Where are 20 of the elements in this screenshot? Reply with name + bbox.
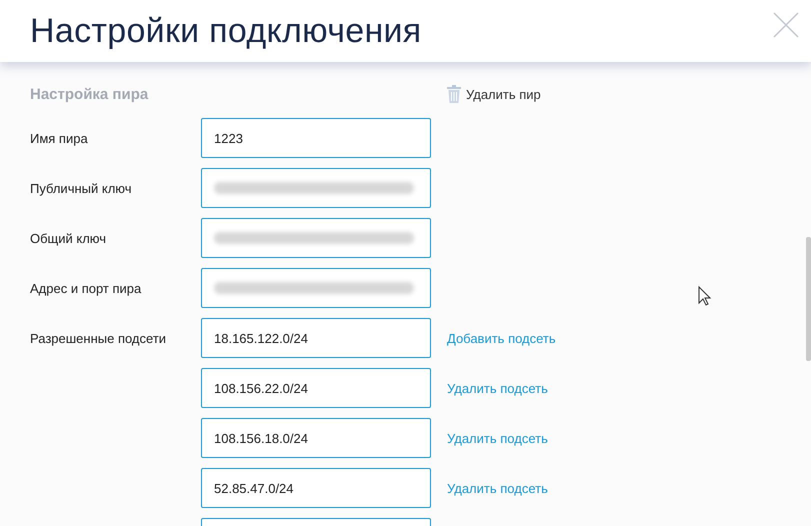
input-field[interactable]: 108.156.22.0/24 (201, 368, 431, 408)
close-icon[interactable] (773, 12, 799, 38)
input-field[interactable] (201, 218, 431, 258)
input-field[interactable] (201, 268, 431, 308)
field-label: Имя пира (30, 130, 89, 146)
dialog-title: Настройки подключения (30, 12, 422, 50)
cursor-icon (698, 286, 711, 306)
field-label: Общий ключ (30, 230, 108, 246)
section-title: Настройка пира (30, 86, 150, 102)
delete-peer-link[interactable]: Удалить пир (447, 85, 541, 103)
input-field[interactable] (201, 168, 431, 208)
input-field[interactable]: 108.156.18.0/24 (201, 418, 431, 458)
field-label: Разрешенные подсети (30, 330, 168, 346)
input-field[interactable]: 52.85.47.0/24 (201, 468, 431, 508)
scrollbar-thumb[interactable] (806, 237, 811, 361)
input-field[interactable]: 18.165.122.0/24 (201, 318, 431, 358)
input-field[interactable]: 1223 (201, 118, 431, 158)
field-label: Публичный ключ (30, 180, 133, 196)
trash-icon (447, 85, 461, 103)
field-label: Адрес и порт пира (30, 280, 142, 296)
